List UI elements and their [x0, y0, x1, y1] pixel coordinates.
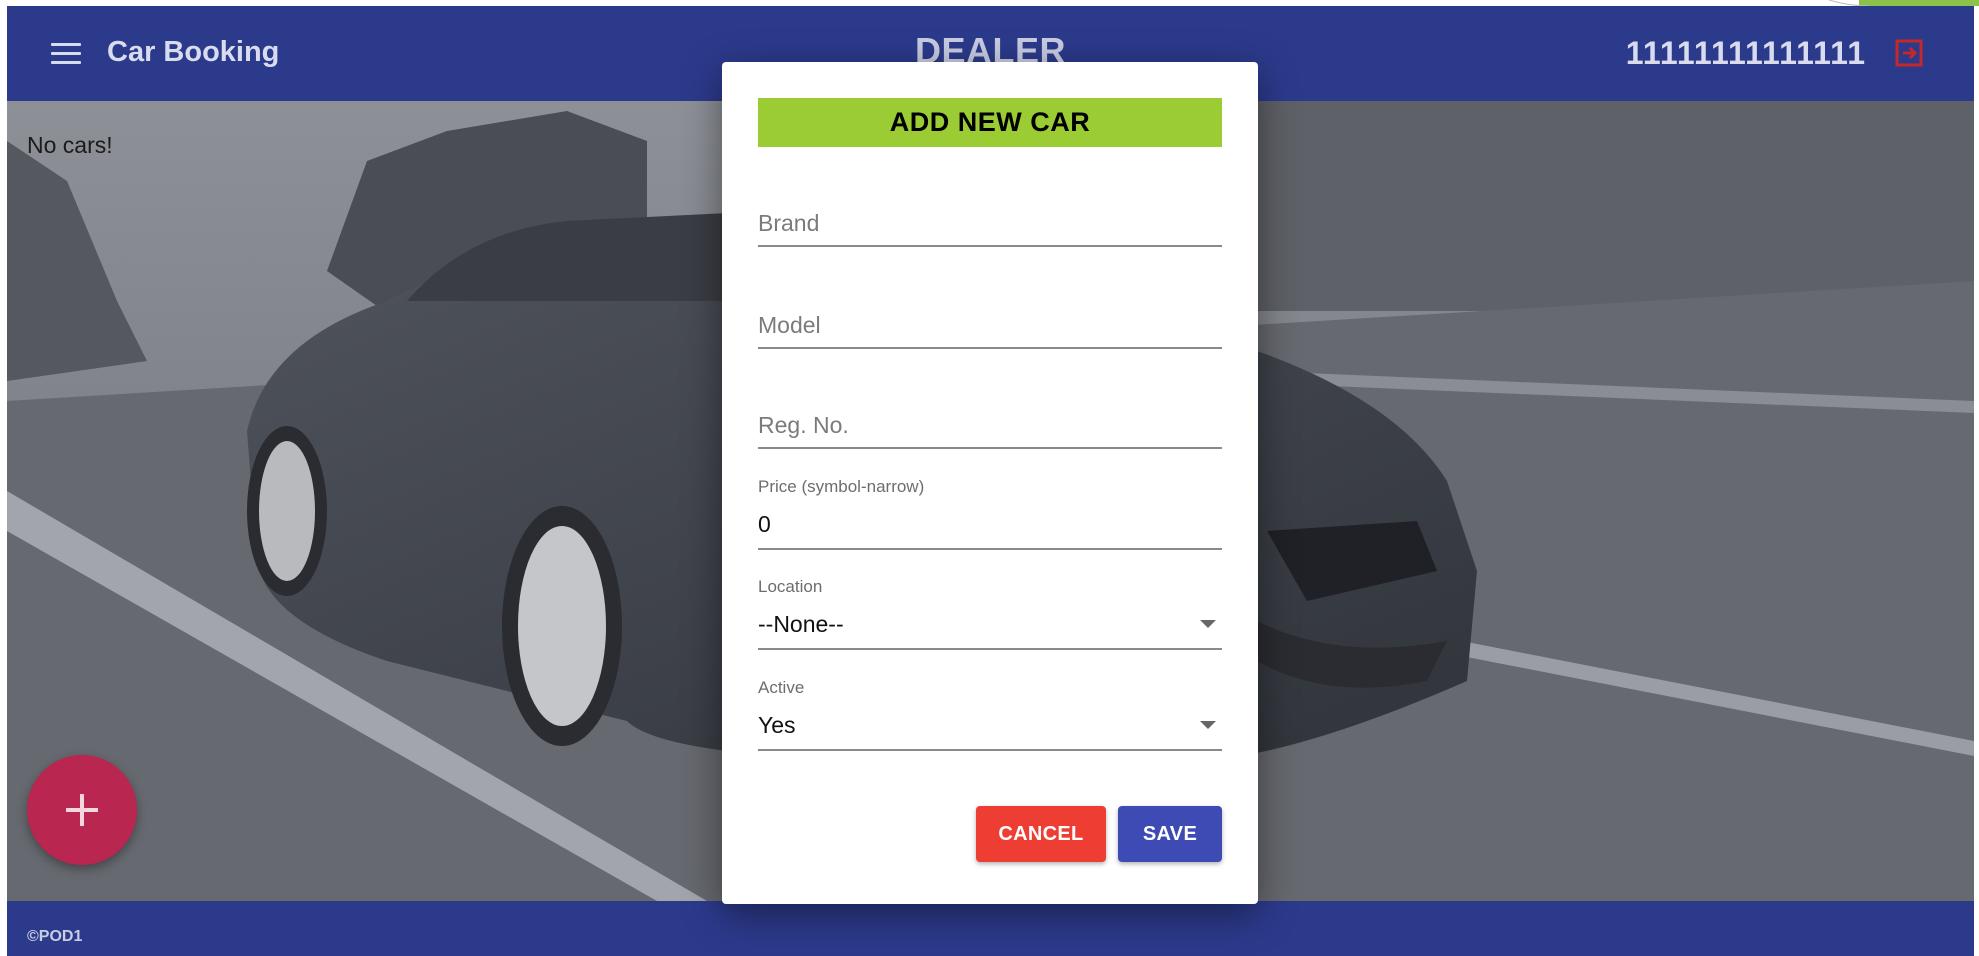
reg-no-input[interactable]	[758, 407, 1222, 443]
save-button[interactable]: SAVE	[1118, 806, 1222, 862]
brand-field[interactable]	[758, 187, 1222, 247]
price-label: Price (symbol-narrow)	[758, 477, 925, 496]
cancel-button[interactable]: CANCEL	[976, 806, 1106, 862]
active-select[interactable]: Active Yes	[758, 678, 1222, 751]
location-value: --None--	[758, 611, 844, 637]
empty-state-message: No cars!	[27, 132, 113, 158]
add-car-dialog: ADD NEW CAR Price (symbol-narrow) 0 Loca…	[722, 62, 1258, 904]
copyright-text: ©POD1	[27, 928, 83, 945]
model-field[interactable]	[758, 289, 1222, 349]
active-value: Yes	[758, 712, 796, 738]
user-id-label: 11111111111111	[1625, 35, 1866, 71]
location-label: Location	[758, 577, 823, 596]
page: Car Booking DEALER 11111111111111 No car…	[0, 0, 1979, 956]
price-value[interactable]: 0	[758, 511, 771, 538]
add-car-fab-button[interactable]	[27, 755, 137, 865]
dropdown-arrow-icon	[1200, 620, 1216, 628]
active-label: Active	[758, 678, 805, 697]
model-input[interactable]	[758, 307, 1222, 343]
dropdown-arrow-icon	[1200, 721, 1216, 729]
dialog-title: ADD NEW CAR	[758, 98, 1222, 147]
logout-icon[interactable]	[1894, 38, 1924, 68]
price-field[interactable]: Price (symbol-narrow) 0	[758, 477, 1222, 550]
brand-input[interactable]	[758, 205, 1222, 241]
footer: ©POD1	[7, 901, 1974, 956]
plus-icon	[66, 794, 98, 826]
location-select[interactable]: Location --None--	[758, 577, 1222, 650]
reg-no-field[interactable]	[758, 389, 1222, 449]
